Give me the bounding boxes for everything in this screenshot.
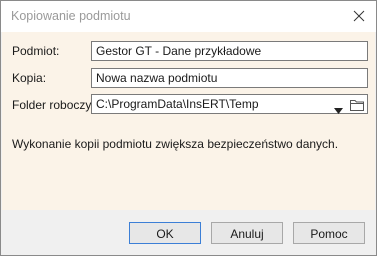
form-panel: Podmiot: Kopia: Folder roboczy: C:\Progr… <box>2 32 375 210</box>
folder-combobox[interactable]: C:\ProgramData\InsERT\Temp <box>91 94 368 114</box>
info-text: Wykonanie kopii podmiotu zwiększa bezpie… <box>12 137 339 151</box>
button-bar: OK Anuluj Pomoc <box>2 210 375 255</box>
chevron-down-icon[interactable] <box>334 101 343 119</box>
kopia-field[interactable] <box>91 68 368 88</box>
folder-value: C:\ProgramData\InsERT\Temp <box>96 97 259 111</box>
podmiot-label: Podmiot: <box>12 44 60 58</box>
dialog-title: Kopiowanie podmiotu <box>11 9 131 23</box>
podmiot-field[interactable] <box>91 41 368 61</box>
folder-label: Folder roboczy: <box>12 98 95 112</box>
kopia-label: Kopia: <box>12 71 47 85</box>
title-bar[interactable]: Kopiowanie podmiotu <box>1 1 376 32</box>
dialog-window: Kopiowanie podmiotu Podmiot: Kopia: Fold… <box>0 0 377 256</box>
close-button[interactable] <box>348 5 370 27</box>
help-button[interactable]: Pomoc <box>293 222 365 244</box>
ok-button[interactable]: OK <box>129 222 201 244</box>
close-icon <box>353 10 365 22</box>
cancel-button[interactable]: Anuluj <box>211 222 283 244</box>
folder-icon[interactable] <box>350 98 364 116</box>
